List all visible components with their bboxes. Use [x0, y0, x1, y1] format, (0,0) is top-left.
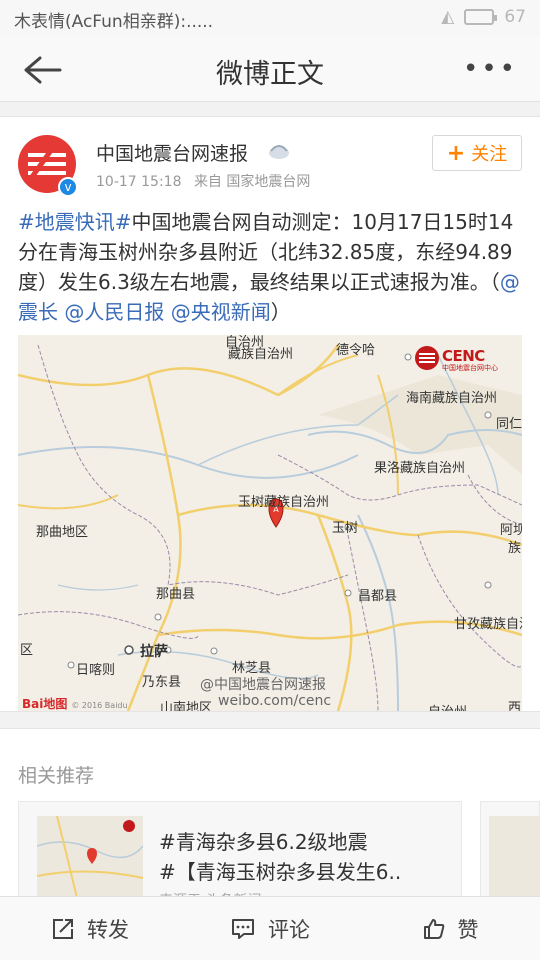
like-button[interactable]: 赞	[360, 897, 540, 960]
map-label: 那曲地区	[36, 525, 89, 540]
crown-icon	[269, 145, 289, 159]
like-label: 赞	[457, 917, 479, 942]
map-label: 区	[20, 643, 34, 658]
post-close: ）	[270, 300, 291, 324]
weibo-post-card: v 中国地震台网速报 10-17 15:18 来自 国家地震台网 + 关注 #地…	[0, 116, 540, 712]
related-title-2: #【青海玉树杂多县发生6..	[159, 860, 402, 884]
related-header: 相关推荐	[18, 765, 95, 787]
follow-label: 关注	[471, 144, 508, 165]
repost-label: 转发	[87, 917, 129, 942]
watermark-url: weibo.com/cenc	[218, 693, 332, 709]
mention-cctv[interactable]: @央视新闻	[171, 300, 271, 324]
related-thumbnail	[489, 816, 539, 898]
map-label: 海南藏族自治州	[406, 391, 498, 406]
post-time: 10-17 15:18	[96, 174, 182, 190]
map-copyright: © 2016 Baidu	[71, 701, 128, 710]
cenc-logo: CENC 中国地震台网中心	[414, 345, 514, 375]
map-label: 日喀则	[76, 663, 116, 678]
author-name[interactable]: 中国地震台网速报	[96, 139, 248, 166]
map-label: 乃东县	[142, 675, 182, 690]
watermark-handle: @中国地震台网速报	[200, 677, 326, 693]
map-label: 阿坝	[500, 523, 522, 538]
watermark: @中国地震台网速报 weibo.com/cenc	[200, 677, 331, 709]
more-icon[interactable]: •••	[463, 54, 518, 84]
mention-renmin[interactable]: @人民日报	[64, 300, 164, 324]
map-label: 德令哈	[336, 343, 376, 358]
repost-button[interactable]: 转发	[0, 897, 180, 960]
map-label: 甘孜藏族自治	[454, 617, 522, 632]
baidu-logo: Bai地图 © 2016 Baidu	[22, 695, 128, 711]
signal-icon: ◭	[441, 7, 455, 27]
cenc-icon	[415, 346, 439, 370]
status-icons: ◭ 67	[441, 7, 526, 27]
map-label: 昌都县	[358, 589, 398, 604]
related-card[interactable]: #青海杂多县6.2级地震 #【青海玉树杂多县发生6.. 来源于 头条新闻	[18, 801, 462, 911]
post-source: 来自 国家地震台网	[193, 174, 311, 190]
page-title: 微博正文	[216, 59, 324, 90]
follow-button[interactable]: + 关注	[432, 135, 522, 171]
repost-icon	[53, 918, 73, 939]
baidu-text: Bai地图	[22, 697, 68, 711]
post-meta: 10-17 15:18 来自 国家地震台网	[96, 171, 310, 191]
map-label: 果洛藏族自治州	[374, 461, 466, 476]
nav-bar: 微博正文 •••	[0, 36, 540, 102]
comment-icon	[232, 918, 254, 939]
map-label: 那曲县	[156, 587, 196, 602]
like-icon	[423, 918, 444, 939]
post-text: #地震快讯#中国地震台网自动测定：10月17日15时14分在青海玉树州杂多县附近…	[18, 207, 528, 327]
map-label: 同仁	[496, 417, 522, 432]
bottom-toolbar: 转发 评论 赞	[0, 896, 540, 960]
map-label: 西	[508, 701, 522, 711]
map-label: 林芝县	[232, 661, 272, 676]
cenc-sub: 中国地震台网中心	[442, 364, 498, 372]
map-label: 玉树	[332, 521, 359, 536]
map-label-lhasa: 拉萨	[140, 644, 168, 660]
notification-text: 木表情(AcFun相亲群):.....	[14, 12, 214, 32]
related-card-partial[interactable]	[480, 801, 540, 911]
comment-button[interactable]: 评论	[180, 897, 360, 960]
plus-icon: +	[446, 140, 466, 166]
map-label: 族	[508, 541, 522, 556]
map-label: 自治州	[428, 701, 467, 711]
related-thumbnail	[37, 816, 143, 898]
map-label: 藏族自治州	[228, 347, 294, 362]
comment-label: 评论	[268, 917, 310, 942]
status-bar: 木表情(AcFun相亲群):..... ◭ 67	[0, 0, 540, 36]
battery-level: 67	[504, 7, 526, 27]
verified-icon: v	[58, 177, 78, 197]
earthquake-map[interactable]: A 自治州 藏族自治州 德令哈 海南藏族自治州 同仁 果洛藏族自治州 玉树藏族自…	[18, 335, 522, 711]
battery-icon	[464, 9, 498, 25]
related-title-1: #青海杂多县6.2级地震	[159, 830, 368, 854]
topic-tag[interactable]: #地震快讯#	[18, 210, 132, 234]
map-label: 玉树藏族自治州	[238, 495, 330, 510]
